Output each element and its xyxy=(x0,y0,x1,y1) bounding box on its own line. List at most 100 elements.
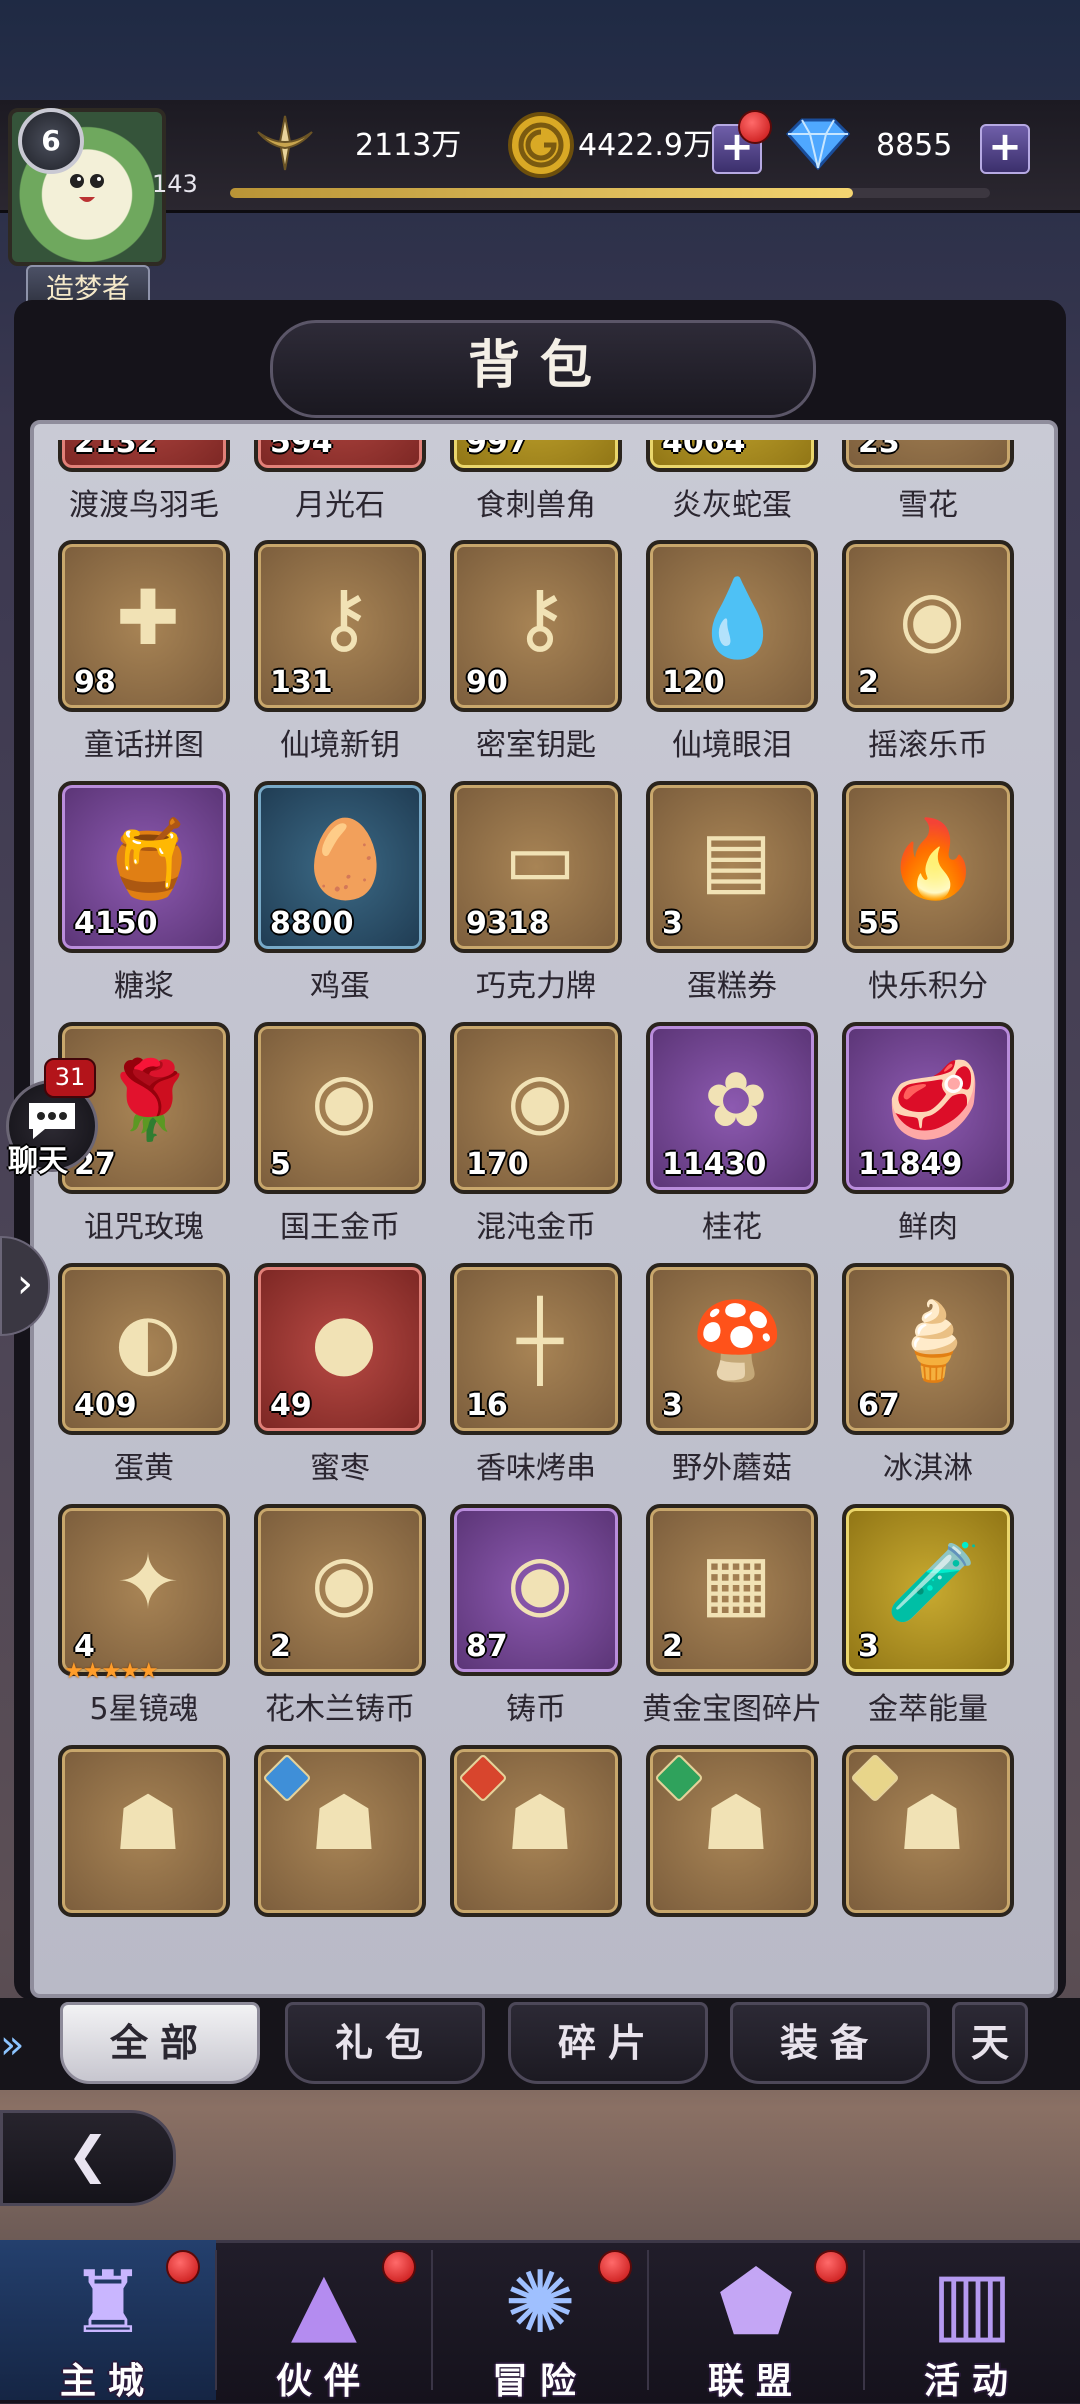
item-name: 童话拼图 xyxy=(84,728,204,763)
item-slot[interactable]: ☗ xyxy=(242,1745,438,1940)
item-count: 120 xyxy=(662,665,725,700)
item-slot[interactable]: ◉ 5 国王金币 xyxy=(242,1022,438,1262)
item-slot[interactable]: ◉ 2 摇滚乐币 xyxy=(830,540,1026,780)
item-slot[interactable]: ◉ 170 混沌金币 xyxy=(438,1022,634,1262)
item-slot[interactable]: ◉ 2 花木兰铸币 xyxy=(242,1504,438,1744)
item-slot[interactable]: ⚷ 90 密室钥匙 xyxy=(438,540,634,780)
item-name: 花木兰铸币 xyxy=(265,1692,415,1727)
item-slot[interactable]: ⚷ 131 仙境新钥 xyxy=(242,540,438,780)
item-frame[interactable]: ◐ 409 xyxy=(58,1263,230,1435)
item-frame[interactable]: ▭ 9318 xyxy=(450,781,622,953)
add-diamond-button[interactable]: + xyxy=(980,124,1030,174)
item-slot[interactable]: 💧 120 仙境眼泪 xyxy=(634,540,830,780)
item-frame[interactable]: ☗ xyxy=(646,1745,818,1917)
item-frame[interactable]: ◉ 2 xyxy=(254,1504,426,1676)
item-frame[interactable]: ⚷ 131 xyxy=(254,540,426,712)
osmanthus-icon: ✿ xyxy=(704,1055,768,1144)
item-slot[interactable]: ☗ xyxy=(830,1745,1026,1940)
item-slot[interactable]: ✿ 11430 桂花 xyxy=(634,1022,830,1262)
item-frame[interactable]: ✚ 98 xyxy=(58,540,230,712)
item-name: 冰淇淋 xyxy=(883,1451,973,1486)
item-slot[interactable]: ● 49 蜜枣 xyxy=(242,1263,438,1503)
item-slot[interactable]: 🥚 8800 鸡蛋 xyxy=(242,781,438,1021)
item-frame[interactable]: ⬮4064 xyxy=(646,440,818,472)
nav-item-2[interactable]: ✺ 冒险 xyxy=(432,2240,648,2402)
item-count: 2 xyxy=(858,665,879,700)
item-slot[interactable]: 🍄 3 野外蘑菇 xyxy=(634,1263,830,1503)
nav-item-4[interactable]: ▥ 活动 xyxy=(864,2240,1080,2402)
item-frame[interactable]: ☗ xyxy=(450,1745,622,1917)
item-slot[interactable]: ◉ 87 铸币 xyxy=(438,1504,634,1744)
nav-item-0[interactable]: ♜ 主城 xyxy=(0,2240,216,2402)
item-frame[interactable]: ◉ 87 xyxy=(450,1504,622,1676)
item-slot[interactable]: 🧪 3 金萃能量 xyxy=(830,1504,1026,1744)
item-frame[interactable]: ▦ 2 xyxy=(646,1504,818,1676)
item-frame[interactable]: 🔥 55 xyxy=(842,781,1014,953)
item-name: 仙境眼泪 xyxy=(672,728,792,763)
item-count: 4064 xyxy=(662,440,746,460)
exp-bar xyxy=(230,188,990,198)
item-slot[interactable]: ☗ xyxy=(634,1745,830,1940)
item-frame[interactable]: ● 49 xyxy=(254,1263,426,1435)
item-frame[interactable]: ◉ 5 xyxy=(254,1022,426,1194)
item-name: 黄金宝图碎片 xyxy=(642,1692,822,1727)
item-frame[interactable]: ✿ 11430 xyxy=(646,1022,818,1194)
item-slot[interactable]: ◆594 月光石 xyxy=(242,440,438,540)
item-slot[interactable]: 🔥 55 快乐积分 xyxy=(830,781,1026,1021)
item-slot[interactable]: ☗ xyxy=(438,1745,634,1940)
item-slot[interactable]: ☗ xyxy=(46,1745,242,1940)
item-slot[interactable]: ▤ 3 蛋糕券 xyxy=(634,781,830,1021)
item-slot[interactable]: 🪶2132 渡渡鸟羽毛 xyxy=(46,440,242,540)
item-frame[interactable]: 🍯 4150 xyxy=(58,781,230,953)
chaos-coin-icon: ◉ xyxy=(506,1055,574,1144)
item-frame[interactable]: ☗ xyxy=(58,1745,230,1917)
item-name: 摇滚乐币 xyxy=(868,728,988,763)
chat-label[interactable]: 聊天 xyxy=(8,1136,68,1180)
tab-all[interactable]: 全部 xyxy=(60,2002,260,2084)
back-button[interactable]: ❮ xyxy=(0,2110,176,2206)
item-slot[interactable]: 🍯 4150 糖浆 xyxy=(46,781,242,1021)
item-slot[interactable]: ⬮4064 炎灰蛇蛋 xyxy=(634,440,830,540)
item-frame[interactable]: ✦ 4 ★★★★★ xyxy=(58,1504,230,1684)
item-frame[interactable]: 🥩 11849 xyxy=(842,1022,1014,1194)
item-slot[interactable]: 🍦 67 冰淇淋 xyxy=(830,1263,1026,1503)
item-frame[interactable]: ⚷ 90 xyxy=(450,540,622,712)
item-frame[interactable]: ◉ 170 xyxy=(450,1022,622,1194)
item-frame[interactable]: ▲997 xyxy=(450,440,622,472)
item-slot[interactable]: 🥩 11849 鲜肉 xyxy=(830,1022,1026,1262)
item-slot[interactable]: ┼ 16 香味烤串 xyxy=(438,1263,634,1503)
item-slot[interactable]: ◐ 409 蛋黄 xyxy=(46,1263,242,1503)
item-slot[interactable]: ▲997 食刺兽角 xyxy=(438,440,634,540)
item-slot[interactable]: ▭ 9318 巧克力牌 xyxy=(438,781,634,1021)
item-frame[interactable]: 💧 120 xyxy=(646,540,818,712)
item-frame[interactable]: ☗ xyxy=(254,1745,426,1917)
item-count: 131 xyxy=(270,665,333,700)
item-slot[interactable]: ✚ 98 童话拼图 xyxy=(46,540,242,780)
tab-equipment[interactable]: 装备 xyxy=(730,2002,930,2084)
item-name: 渡渡鸟羽毛 xyxy=(69,488,219,523)
diamond-icon xyxy=(785,118,851,171)
tab-fragments[interactable]: 碎片 xyxy=(508,2002,708,2084)
item-slot[interactable]: ❄23 雪花 xyxy=(830,440,1026,540)
nav-item-3[interactable]: ⬟ 联盟 xyxy=(648,2240,864,2402)
tabs-expand-icon[interactable]: » xyxy=(0,2010,40,2080)
item-frame[interactable]: ◆594 xyxy=(254,440,426,472)
item-frame[interactable]: ☗ xyxy=(842,1745,1014,1917)
nav-notification-dot xyxy=(166,2250,200,2284)
nav-item-1[interactable]: ▲ 伙伴 xyxy=(216,2240,432,2402)
tab-gift-packs[interactable]: 礼包 xyxy=(285,2002,485,2084)
item-frame[interactable]: 🪶2132 xyxy=(58,440,230,472)
item-slot[interactable]: ✦ 4 ★★★★★ 5星镜魂 xyxy=(46,1504,242,1744)
back-arrow-icon: ❮ xyxy=(67,2126,109,2184)
item-frame[interactable]: ┼ 16 xyxy=(450,1263,622,1435)
item-frame[interactable]: 🧪 3 xyxy=(842,1504,1014,1676)
item-frame[interactable]: 🍄 3 xyxy=(646,1263,818,1435)
item-slot[interactable]: ▦ 2 黄金宝图碎片 xyxy=(634,1504,830,1744)
item-frame[interactable]: ▤ 3 xyxy=(646,781,818,953)
item-frame[interactable]: 🍦 67 xyxy=(842,1263,1014,1435)
item-frame[interactable]: 🥚 8800 xyxy=(254,781,426,953)
item-frame[interactable]: ◉ 2 xyxy=(842,540,1014,712)
item-count: 98 xyxy=(74,665,116,700)
tab-partial-next[interactable]: 天 xyxy=(952,2002,1028,2084)
item-frame[interactable]: ❄23 xyxy=(842,440,1014,472)
